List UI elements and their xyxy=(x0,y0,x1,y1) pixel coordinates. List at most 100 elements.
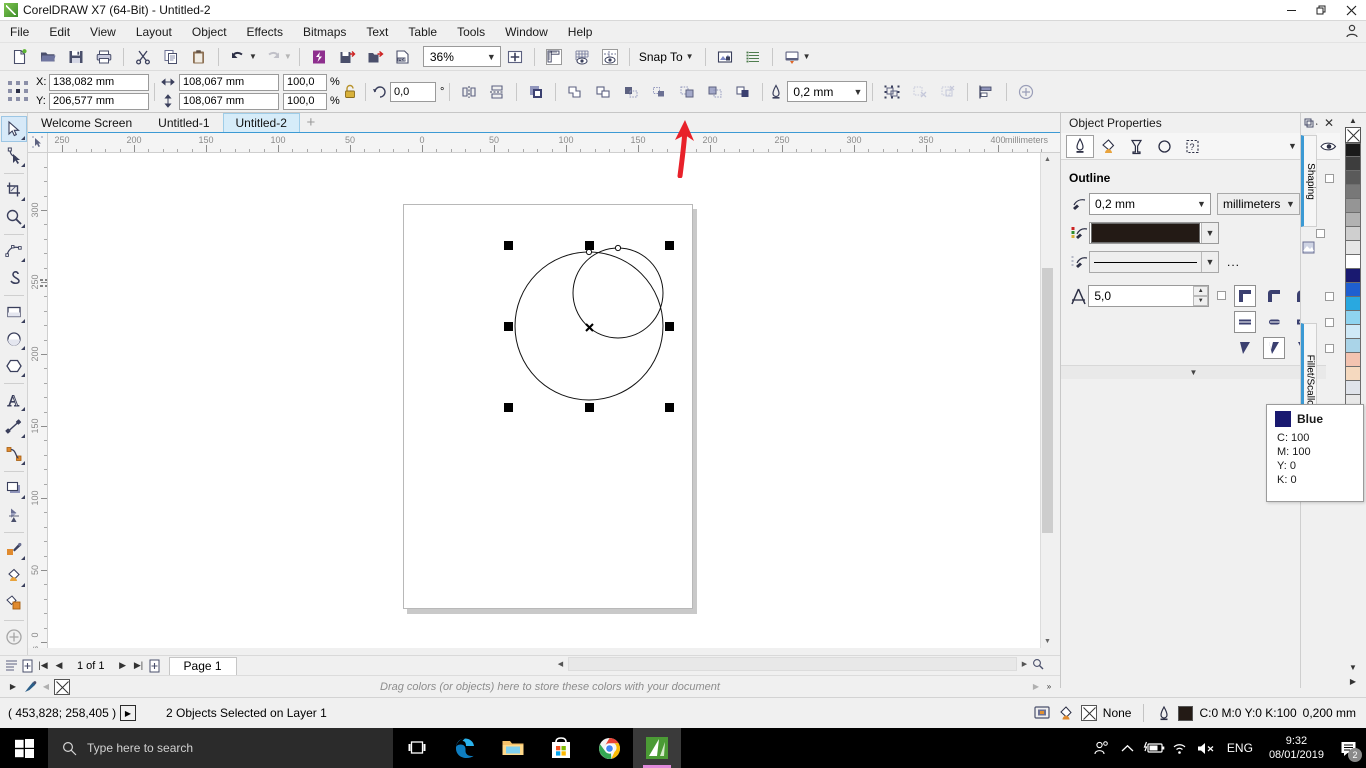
add-page-before-button[interactable] xyxy=(19,658,35,674)
order-to-front-button[interactable] xyxy=(523,80,549,104)
taskbar-clock[interactable]: 9:32 08/01/2019 xyxy=(1261,734,1332,762)
full-screen-preview-button[interactable] xyxy=(502,45,528,69)
menu-layout[interactable]: Layout xyxy=(126,22,182,42)
scroll-down-arrow[interactable]: ▼ xyxy=(1041,635,1054,648)
docker-side-collapse-icon[interactable] xyxy=(1302,115,1316,131)
page-1-tab[interactable]: Page 1 xyxy=(168,656,237,675)
ellipse-tab[interactable] xyxy=(1150,135,1178,158)
palette-expand[interactable]: ▶ xyxy=(1345,674,1361,688)
rectangle-tool[interactable] xyxy=(1,299,27,325)
menu-file[interactable]: File xyxy=(0,22,39,42)
line-arrow-checkbox[interactable] xyxy=(1325,343,1334,353)
interactive-fill-tool[interactable] xyxy=(1,563,27,589)
coreldraw-button[interactable] xyxy=(633,728,681,768)
lock-ratio-button[interactable] xyxy=(340,81,360,103)
corel-connect-button[interactable] xyxy=(306,45,332,69)
no-color-swatch[interactable] xyxy=(1345,127,1361,143)
palette-scroll-down[interactable]: ▼ xyxy=(1345,660,1361,674)
object-manager-button[interactable] xyxy=(740,45,766,69)
outline-section-checkbox[interactable] xyxy=(1325,173,1334,183)
weld-button[interactable] xyxy=(562,80,588,104)
vertical-ruler[interactable]: 300 250 200 150 100 50 0 millimeters xyxy=(28,153,48,648)
open-button[interactable] xyxy=(35,45,61,69)
connector-tool[interactable] xyxy=(1,441,27,467)
close-button[interactable] xyxy=(1336,0,1366,21)
palette-swatch-black[interactable] xyxy=(1345,143,1361,157)
menu-window[interactable]: Window xyxy=(495,22,558,42)
zoom-dropdown-arrow[interactable]: ▼ xyxy=(483,47,500,66)
zoom-tool[interactable] xyxy=(1,204,27,230)
start-button[interactable] xyxy=(0,728,48,768)
language-indicator[interactable]: ENG xyxy=(1219,741,1261,755)
battery-charging-icon[interactable] xyxy=(1141,728,1167,768)
align-and-distribute-button[interactable] xyxy=(974,80,1000,104)
miter-limit-up[interactable]: ▲ xyxy=(1193,286,1209,296)
redo-dropdown-arrow[interactable]: ▼ xyxy=(284,52,292,61)
round-cap-button[interactable] xyxy=(1263,311,1285,333)
fill-none-swatch[interactable] xyxy=(1080,705,1097,721)
edge-button[interactable] xyxy=(441,728,489,768)
behind-fill-button[interactable] xyxy=(1234,337,1256,359)
outline-units-arrow[interactable]: ▼ xyxy=(1282,195,1299,214)
miter-corner-button[interactable] xyxy=(1234,285,1256,307)
snap-to-dropdown-arrow[interactable]: ▼ xyxy=(686,52,694,61)
palette-bar-right-arrow[interactable]: ▶ xyxy=(1030,679,1042,695)
restore-button[interactable] xyxy=(1306,0,1336,21)
store-button[interactable] xyxy=(537,728,585,768)
line-cap-checkbox[interactable] xyxy=(1325,317,1334,327)
document-palette-bar[interactable]: ▶ ◀ Drag colors (or objects) here to sto… xyxy=(0,675,1060,697)
color-proof-icon[interactable] xyxy=(1033,704,1051,722)
ungroup-all-button[interactable] xyxy=(935,80,961,104)
ruler-origin-button[interactable] xyxy=(28,133,48,153)
copy-button[interactable] xyxy=(158,45,184,69)
freehand-tool[interactable] xyxy=(1,238,27,264)
outline-width-dropdown-arrow[interactable]: ▼ xyxy=(849,82,866,101)
palette-swatch-peach[interactable] xyxy=(1345,353,1361,367)
task-view-button[interactable] xyxy=(393,728,441,768)
hscroll-track[interactable] xyxy=(568,657,1017,671)
text-tool[interactable]: A xyxy=(1,387,27,413)
smart-fill-tool[interactable] xyxy=(1,265,27,291)
import-button[interactable] xyxy=(334,45,360,69)
fill-tab[interactable] xyxy=(1094,135,1122,158)
palette-bar-expand-arrow[interactable]: ▶ xyxy=(6,679,20,695)
palette-bar-left-arrow[interactable]: ◀ xyxy=(40,679,52,695)
hscroll-right-arrow[interactable]: ▶ xyxy=(1018,657,1031,671)
outline-tool[interactable] xyxy=(1,590,27,616)
last-page-button[interactable]: ▶| xyxy=(131,658,147,674)
show-hidden-icons-icon[interactable] xyxy=(1115,728,1141,768)
application-launcher-button[interactable] xyxy=(779,45,805,69)
action-center-button[interactable]: 2 xyxy=(1332,728,1366,768)
scroll-thumb[interactable] xyxy=(1042,268,1053,533)
palette-bar-expand-right[interactable]: » xyxy=(1042,679,1056,695)
options-button[interactable] xyxy=(712,45,738,69)
new-document-button[interactable] xyxy=(7,45,33,69)
rotation-input[interactable]: 0,0 xyxy=(390,81,436,102)
page-options-icon[interactable] xyxy=(3,658,19,674)
intersect-button[interactable] xyxy=(618,80,644,104)
color-eyedropper-tool[interactable] xyxy=(1,536,27,562)
palette-swatch-sky[interactable] xyxy=(1345,339,1361,353)
menu-bitmaps[interactable]: Bitmaps xyxy=(293,22,356,42)
outline-width-combo[interactable]: 0,2 mm ▼ xyxy=(787,81,868,102)
outline-width-docker-arrow[interactable]: ▼ xyxy=(1193,195,1210,214)
outline-tab[interactable] xyxy=(1066,134,1094,158)
corner-style-checkbox[interactable] xyxy=(1325,291,1334,301)
transparency-tab[interactable] xyxy=(1122,135,1150,158)
hscroll-left-arrow[interactable]: ◀ xyxy=(554,657,567,671)
account-button[interactable] xyxy=(1344,23,1360,39)
show-grid-button[interactable] xyxy=(569,45,595,69)
redo-button[interactable] xyxy=(260,45,286,69)
docker-options-dropdown-arrow[interactable]: ▼ xyxy=(1284,137,1301,156)
miter-limit-spinner[interactable]: 5,0 ▲ ▼ xyxy=(1088,285,1210,307)
palette-swatch-cyan[interactable] xyxy=(1345,297,1361,311)
menu-text[interactable]: Text xyxy=(356,22,398,42)
canvas-horizontal-scrollbar[interactable]: ◀ ▶ xyxy=(554,656,1044,672)
people-icon[interactable] xyxy=(1089,728,1115,768)
doctab-untitled-1[interactable]: Untitled-1 xyxy=(145,113,222,132)
palette-swatch-blue[interactable] xyxy=(1345,269,1361,283)
palette-swatch-royal-blue[interactable] xyxy=(1345,283,1361,297)
width-input[interactable]: 108,067 mm xyxy=(179,73,279,91)
palette-swatch-cream[interactable] xyxy=(1345,367,1361,381)
next-object-button[interactable]: ▶ xyxy=(120,705,136,721)
